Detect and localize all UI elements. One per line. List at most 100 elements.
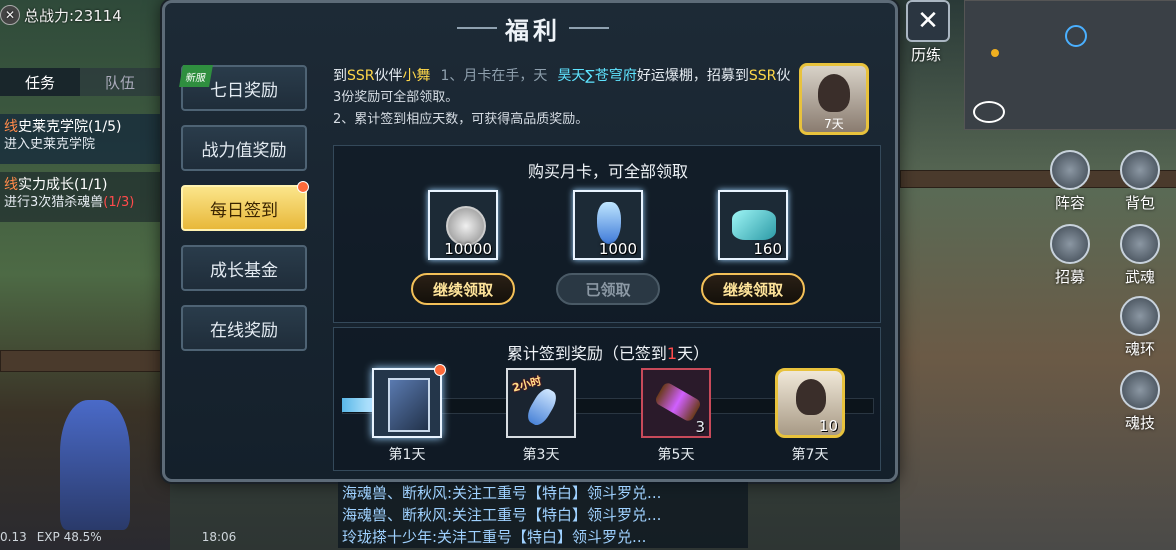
day-reward[interactable]: 10 bbox=[775, 368, 845, 438]
purple-scroll-icon bbox=[653, 381, 703, 423]
day-reward[interactable] bbox=[372, 364, 446, 438]
continue-claim-button[interactable]: 继续领取 bbox=[411, 273, 515, 305]
lineup-icon bbox=[1050, 150, 1090, 190]
ticker-text: 伙 bbox=[776, 68, 791, 84]
duration-tag: 2小时 bbox=[510, 374, 543, 395]
monthly-card-title: 购买月卡，可全部领取 bbox=[527, 162, 688, 181]
chat-line: 海魂兽、断秋风:关注工重号【特白】领斗罗兑... bbox=[342, 484, 662, 502]
soul-skill-button[interactable]: 魂技 bbox=[1112, 370, 1168, 433]
rule-line: 2、累计签到相应天数，可获得高品质奖励。 bbox=[333, 112, 589, 127]
quest-progress: (1/3) bbox=[103, 195, 135, 210]
bag-button[interactable]: 背包 bbox=[1112, 150, 1168, 213]
minimap[interactable] bbox=[964, 0, 1176, 130]
close-button[interactable]: ✕ bbox=[906, 0, 950, 42]
day-label: 第1天 bbox=[388, 447, 426, 463]
quest-tag: 线 bbox=[4, 119, 18, 135]
clock: 18:06 bbox=[201, 530, 237, 544]
total-power-label: 总战力:23114 bbox=[24, 6, 122, 25]
sidebar-item-growth-fund[interactable]: 成长基金 bbox=[181, 245, 307, 291]
title-ornament-right bbox=[569, 27, 609, 29]
bag-label: 背包 bbox=[1124, 194, 1155, 212]
lineup-label: 阵容 bbox=[1054, 194, 1085, 212]
ticker-ssr: SSR bbox=[347, 68, 375, 84]
recruit-button[interactable]: 招募 bbox=[1042, 224, 1098, 287]
potion-2h-icon bbox=[523, 385, 561, 429]
ticker-name: 昊天∑苍穹府 bbox=[557, 68, 637, 84]
soul-skill-label: 魂技 bbox=[1124, 414, 1155, 432]
quest-title: 实力成长(1/1) bbox=[18, 177, 108, 193]
item-qty: 160 bbox=[753, 240, 782, 258]
soul-ring-icon bbox=[1120, 296, 1160, 336]
player-stats: 0.13 EXP 48.5% 18:06 bbox=[0, 530, 236, 544]
quest-desc: 进行3次猎杀魂兽 bbox=[4, 195, 104, 210]
chat-line: 海魂兽、断秋风:关注工重号【特白】领斗罗兑... bbox=[342, 506, 662, 524]
chat-line: 玲珑搽十少年:关沣工重号【特白】领斗罗兑... bbox=[342, 528, 647, 546]
ticker-text: 到 bbox=[333, 68, 347, 84]
cumulative-checkin-section: 累计签到奖励（已签到1天） 第1天 2小时 第3天 3 第5天 10 第7天 bbox=[333, 327, 881, 471]
lineup-button[interactable]: 阵容 bbox=[1042, 150, 1098, 213]
bag-icon bbox=[1120, 150, 1160, 190]
player-character bbox=[60, 400, 130, 530]
dialog-title: 福利 bbox=[505, 17, 561, 45]
monthly-card-section: 购买月卡，可全部领取 10000 继续领取 1000 已领取 160 继续领取 bbox=[333, 145, 881, 323]
day-label: 第7天 bbox=[791, 447, 829, 463]
notification-dot bbox=[434, 364, 446, 376]
cumulative-title-text: 天） bbox=[677, 344, 710, 363]
training-label: 历练 bbox=[910, 46, 941, 64]
railing-left bbox=[0, 350, 162, 372]
day-label: 第3天 bbox=[522, 447, 560, 463]
tab-tasks[interactable]: 任务 bbox=[0, 68, 80, 96]
level-value: 0.13 bbox=[0, 530, 27, 544]
close-icon: ✕ bbox=[917, 6, 939, 36]
quest-item[interactable]: 线史莱克学院(1/5) 进入史莱克学院 bbox=[0, 114, 160, 164]
tab-team[interactable]: 队伍 bbox=[80, 68, 160, 96]
quest-tag: 线 bbox=[4, 177, 18, 193]
day-reward[interactable]: 2小时 bbox=[506, 368, 576, 438]
notification-dot bbox=[297, 181, 309, 193]
checkin-progress-fill bbox=[342, 398, 374, 412]
sidebar-item-seven-day[interactable]: 新服 七日奖励 bbox=[179, 65, 307, 111]
sidebar-item-daily-checkin[interactable]: 每日签到 bbox=[181, 181, 309, 231]
reward-item[interactable]: 160 bbox=[718, 190, 788, 260]
item-qty: 1000 bbox=[598, 240, 637, 258]
exp-value: EXP 48.5% bbox=[36, 530, 102, 544]
ticker-text: 1、月卡在手，天 bbox=[440, 68, 548, 84]
crystal-icon bbox=[732, 210, 776, 240]
soul-ring-label: 魂环 bbox=[1124, 340, 1155, 358]
reward-item[interactable]: 10000 bbox=[428, 190, 498, 260]
seven-day-portrait[interactable]: 7天 bbox=[799, 63, 869, 135]
recruit-label: 招募 bbox=[1054, 268, 1085, 286]
eye-icon[interactable] bbox=[973, 101, 1005, 123]
training-button[interactable]: 历练 bbox=[898, 44, 954, 65]
crossed-swords-icon: ✕ bbox=[0, 5, 20, 25]
soul-ring-button[interactable]: 魂环 bbox=[1112, 296, 1168, 359]
cumulative-title-text: 累计签到奖励（已签到 bbox=[506, 344, 667, 363]
ssr-character-icon bbox=[796, 379, 826, 415]
item-qty: 3 bbox=[695, 418, 705, 436]
rule-line: 3份奖励可全部领取。 bbox=[333, 90, 459, 105]
martial-soul-button[interactable]: 武魂 bbox=[1112, 224, 1168, 287]
claimed-button[interactable]: 已领取 bbox=[556, 273, 660, 305]
quest-tabbar: 任务 队伍 bbox=[0, 68, 160, 96]
ticker-text: 伙伴 bbox=[374, 68, 403, 84]
quest-title: 史莱克学院(1/5) bbox=[18, 119, 122, 135]
signed-days: 1 bbox=[666, 344, 678, 363]
chat-panel[interactable]: 海魂兽、断秋风:关注工重号【特白】领斗罗兑... 海魂兽、断秋风:关注工重号【特… bbox=[338, 482, 748, 548]
reward-item[interactable]: 1000 bbox=[573, 190, 643, 260]
portal-icon bbox=[1065, 25, 1087, 47]
sidebar-item-label: 战力值奖励 bbox=[201, 140, 287, 161]
soul-skill-icon bbox=[1120, 370, 1160, 410]
checkin-content: 到SSR伙伴小舞 1、月卡在手，天 昊天∑苍穹府好运爆棚，招募到SSR伙 3份奖… bbox=[333, 61, 883, 471]
ticker-text: 好运爆棚，招募到 bbox=[636, 68, 749, 84]
continue-claim-button[interactable]: 继续领取 bbox=[701, 273, 805, 305]
welfare-dialog: 福利 新服 七日奖励 战力值奖励 每日签到 成长基金 在线奖励 到SSR伙伴小舞… bbox=[162, 0, 898, 482]
day-reward[interactable]: 3 bbox=[641, 368, 711, 438]
total-power: ✕ 总战力:23114 bbox=[0, 2, 122, 28]
martial-soul-icon bbox=[1120, 224, 1160, 264]
sidebar-item-label: 在线奖励 bbox=[210, 320, 278, 341]
ticker-name: 小舞 bbox=[402, 68, 431, 84]
item-qty: 10 bbox=[818, 417, 838, 435]
sidebar-item-power-reward[interactable]: 战力值奖励 bbox=[181, 125, 307, 171]
sidebar-item-online-reward[interactable]: 在线奖励 bbox=[181, 305, 307, 351]
quest-item[interactable]: 线实力成长(1/1) 进行3次猎杀魂兽(1/3) bbox=[0, 172, 160, 222]
